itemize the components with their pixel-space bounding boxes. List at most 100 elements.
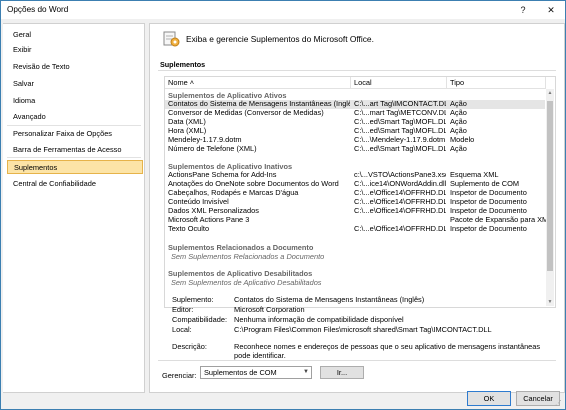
cell-name: Hora (XML) — [168, 127, 207, 135]
addins-icon — [163, 31, 180, 47]
cell-type: Inspetor de Documento — [450, 198, 527, 206]
cell-local: C:\...\Mendeley-1.17.9.dotm — [354, 136, 446, 144]
cell-type: Ação — [450, 109, 467, 117]
cell-local: c:\...VSTO\ActionsPane3.xsd — [354, 171, 446, 179]
sidebar-item-label: Geral — [13, 30, 32, 39]
cell-local: C:\...ed\Smart Tag\MOFL.DLL — [354, 118, 446, 126]
cell-type: Suplemento de COM — [450, 180, 520, 188]
sidebar-item-geral[interactable]: Geral — [7, 28, 143, 42]
sidebar-item-acesso-rapido[interactable]: Barra de Ferramentas de Acesso Rápido — [7, 143, 143, 168]
sidebar-item-personalizar-faixa[interactable]: Personalizar Faixa de Opções — [7, 127, 143, 141]
cell-type: Inspetor de Documento — [450, 225, 527, 233]
group-title: Suplementos de Aplicativo Desabilitados — [168, 269, 313, 278]
options-dialog: Opções do Word ? ✕ Geral Exibir Revisão … — [0, 0, 566, 410]
cell-local: C:\...ed\Smart Tag\MOFL.DLL — [354, 127, 446, 135]
go-button-label: Ir... — [336, 368, 348, 377]
group-title: Suplementos Relacionados a Documento — [168, 243, 314, 252]
detail-label: Compatibilidade: — [172, 315, 228, 324]
sidebar-item-idioma[interactable]: Idioma — [7, 94, 143, 108]
column-header-label: Local — [354, 78, 372, 87]
cell-name: ActionsPane Schema for Add-Ins — [168, 171, 277, 179]
column-header-label: Nome ˄ — [168, 78, 195, 87]
addins-table: Nome ˄ Local Tipo Suplementos de Aplicat… — [164, 76, 556, 308]
group-title: Suplementos de Aplicativo Ativos — [168, 91, 287, 100]
close-button[interactable]: ✕ — [541, 3, 561, 17]
cell-name: Número de Telefone (XML) — [168, 145, 257, 153]
vertical-scrollbar[interactable]: ▲ ▼ — [546, 89, 554, 306]
sidebar-item-exibir[interactable]: Exibir — [7, 43, 143, 57]
cell-name: Microsoft Actions Pane 3 — [168, 216, 250, 224]
sidebar-item-suplementos[interactable]: Suplementos — [7, 160, 143, 174]
table-row[interactable]: Contatos do Sistema de Mensagens Instant… — [165, 100, 545, 109]
cell-type: Esquema XML — [450, 171, 499, 179]
column-header-name[interactable]: Nome ˄ — [165, 77, 351, 89]
sidebar-item-central-confiabilidade[interactable]: Central de Confiabilidade — [7, 177, 143, 191]
cell-type: Modelo — [450, 136, 475, 144]
table-row[interactable]: Hora (XML) C:\...ed\Smart Tag\MOFL.DLL A… — [165, 127, 545, 136]
table-row[interactable]: Cabeçalhos, Rodapés e Marcas D'água C:\.… — [165, 189, 545, 198]
table-row[interactable]: Número de Telefone (XML) C:\...ed\Smart … — [165, 145, 545, 154]
cell-type: Inspetor de Documento — [450, 189, 527, 197]
detail-label: Suplemento: — [172, 295, 214, 304]
group-empty-note: Sem Suplementos de Aplicativo Desabilita… — [171, 278, 322, 287]
cell-local: C:\...mart Tag\METCONV.DLL — [354, 109, 446, 117]
cell-type: Ação — [450, 127, 467, 135]
column-header-type[interactable]: Tipo — [447, 77, 546, 89]
detail-value: Contatos do Sistema de Mensagens Instant… — [234, 295, 425, 304]
table-row[interactable]: Anotações do OneNote sobre Documentos do… — [165, 180, 545, 189]
cell-type: Inspetor de Documento — [450, 207, 527, 215]
sidebar-item-label: Suplementos — [14, 163, 58, 172]
detail-value: Reconhece nomes e endereços de pessoas q… — [234, 342, 541, 360]
help-button[interactable]: ? — [513, 3, 533, 17]
cell-local: C:\...art Tag\IMCONTACT.DLL — [354, 100, 446, 108]
table-row[interactable]: Data (XML) C:\...ed\Smart Tag\MOFL.DLL A… — [165, 118, 545, 127]
cell-type: Ação — [450, 118, 467, 126]
manage-select[interactable]: Suplementos de COM ▼ — [200, 366, 312, 379]
cancel-button-label: Cancelar — [523, 394, 553, 403]
sidebar-divider — [7, 157, 141, 158]
cell-name: Texto Oculto — [168, 225, 210, 233]
sidebar-item-label: Central de Confiabilidade — [13, 179, 96, 188]
cell-name: Cabeçalhos, Rodapés e Marcas D'água — [168, 189, 299, 197]
cell-local: C:\...e\Office14\OFFRHD.DLL — [354, 225, 446, 233]
detail-label: Editor: — [172, 305, 194, 314]
table-row[interactable]: Conversor de Medidas (Conversor de Medid… — [165, 109, 545, 118]
cell-name: Conteúdo Invisível — [168, 198, 229, 206]
sidebar-item-label: Idioma — [13, 96, 36, 105]
cell-local: C:\...e\Office14\OFFRHD.DLL — [354, 207, 446, 215]
scroll-up-icon[interactable]: ▲ — [546, 89, 554, 97]
go-button[interactable]: Ir... — [320, 366, 364, 379]
table-row[interactable]: Mendeley-1.17.9.dotm C:\...\Mendeley-1.1… — [165, 136, 545, 145]
cell-type: Pacote de Expansão para XML — [450, 216, 546, 224]
ok-button-label: OK — [483, 394, 495, 403]
sidebar-item-label: Salvar — [13, 79, 34, 88]
resize-grip-icon[interactable]: ⋰ — [555, 399, 562, 407]
sidebar-divider — [7, 125, 141, 126]
section-title: Suplementos — [160, 60, 206, 69]
sidebar-item-label: Personalizar Faixa de Opções — [13, 129, 113, 138]
column-header-local[interactable]: Local — [351, 77, 447, 89]
scrollbar-thumb[interactable] — [547, 101, 553, 271]
table-row[interactable]: Microsoft Actions Pane 3 Pacote de Expan… — [165, 216, 546, 225]
sidebar-item-label: Revisão de Texto — [13, 62, 70, 71]
cancel-button[interactable]: Cancelar — [516, 391, 560, 406]
manage-label: Gerenciar: — [162, 371, 197, 380]
sidebar-item-avancado[interactable]: Avançado — [7, 110, 143, 124]
table-row[interactable]: Dados XML Personalizados C:\...e\Office1… — [165, 207, 545, 216]
cell-type: Ação — [450, 100, 467, 108]
manage-select-value: Suplementos de COM — [204, 368, 277, 377]
sidebar: Geral Exibir Revisão de Texto Salvar Idi… — [3, 23, 145, 393]
section-divider — [158, 360, 556, 361]
sidebar-item-label: Avançado — [13, 112, 46, 121]
table-row[interactable]: ActionsPane Schema for Add-Ins c:\...VST… — [165, 171, 545, 180]
cell-type: Ação — [450, 145, 467, 153]
sidebar-item-revisao[interactable]: Revisão de Texto — [7, 60, 143, 74]
title-bar: Opções do Word ? ✕ — [1, 1, 565, 19]
table-row[interactable]: Texto Oculto C:\...e\Office14\OFFRHD.DLL… — [165, 225, 545, 234]
cell-local: C:\...e\Office14\OFFRHD.DLL — [354, 198, 446, 206]
ok-button[interactable]: OK — [467, 391, 511, 406]
main-panel: Exiba e gerencie Suplementos do Microsof… — [149, 23, 565, 393]
table-row[interactable]: Conteúdo Invisível C:\...e\Office14\OFFR… — [165, 198, 545, 207]
sidebar-item-salvar[interactable]: Salvar — [7, 77, 143, 91]
cell-name: Conversor de Medidas (Conversor de Medid… — [168, 109, 324, 117]
